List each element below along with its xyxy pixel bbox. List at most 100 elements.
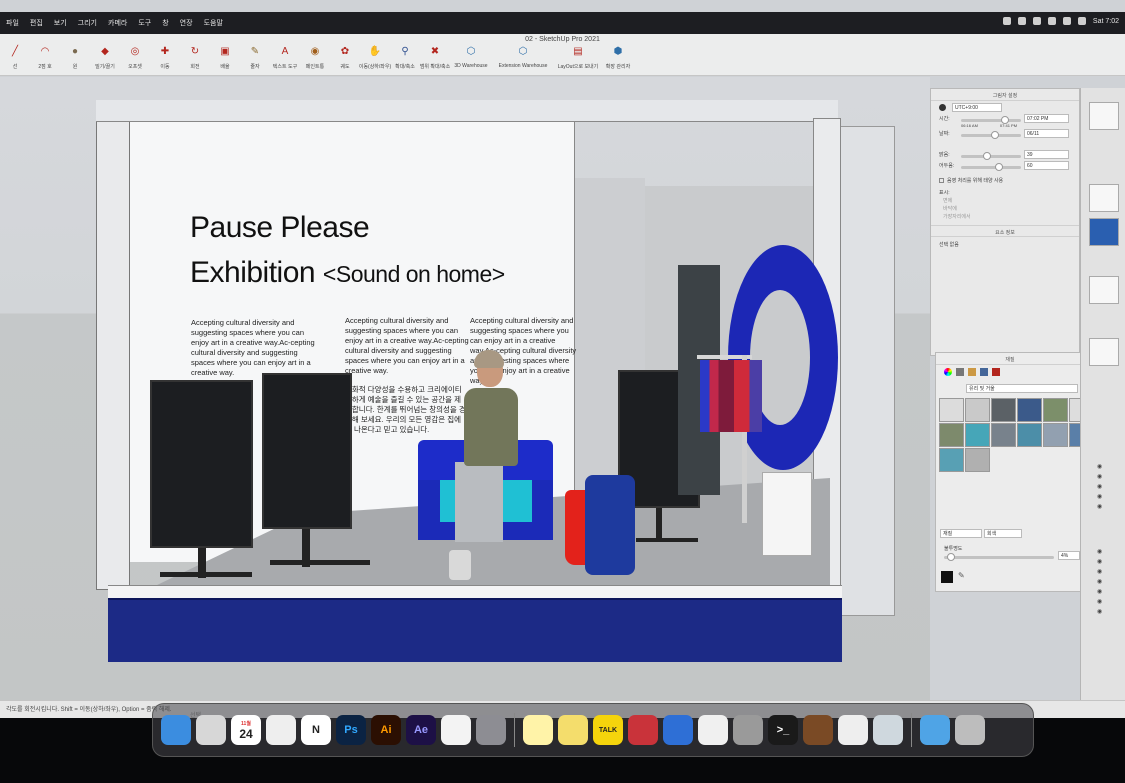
material-swatch[interactable] xyxy=(965,398,990,422)
image-palette-icon[interactable] xyxy=(968,368,976,376)
notes-icon[interactable] xyxy=(523,715,553,745)
tool-zoom-extents[interactable]: ✖ 범위 확대/축소 xyxy=(420,43,450,71)
time-field[interactable]: 07:02 PM xyxy=(1024,114,1069,123)
light-slider[interactable] xyxy=(961,152,1021,160)
color-wheel-icon[interactable] xyxy=(944,368,952,376)
tool-text-tool[interactable]: A 텍스트 도구 xyxy=(270,43,300,71)
archive-icon[interactable] xyxy=(803,715,833,745)
material-color-tab[interactable]: 회색 xyxy=(984,529,1022,538)
slides-icon[interactable] xyxy=(873,715,903,745)
dark-field[interactable]: 60 xyxy=(1024,161,1069,170)
parallels-icon[interactable] xyxy=(628,715,658,745)
opacity-field[interactable]: 4% xyxy=(1058,551,1080,560)
opacity-slider[interactable] xyxy=(944,553,1054,561)
menu-extensions[interactable]: 연장 xyxy=(180,18,193,28)
display-option[interactable]: 면에 xyxy=(943,197,952,204)
finder-icon[interactable] xyxy=(161,715,191,745)
light-field[interactable]: 39 xyxy=(1024,150,1069,159)
visibility-eye-icon[interactable]: ◉ xyxy=(1097,598,1102,605)
terminal-icon[interactable]: >_ xyxy=(768,715,798,745)
utc-select[interactable]: UTC+9:00 xyxy=(952,103,1002,112)
tool-paint-bucket[interactable]: ◉ 페인트통 xyxy=(300,43,330,71)
style-thumbnail[interactable] xyxy=(1089,276,1119,304)
stickies-icon[interactable] xyxy=(558,715,588,745)
folder-icon[interactable] xyxy=(920,715,950,745)
material-swatch[interactable] xyxy=(1017,423,1042,447)
dark-slider-thumb[interactable] xyxy=(995,163,1003,171)
tool-extension[interactable]: ⬡ Extension Warehouse xyxy=(492,43,554,70)
material-swatch[interactable] xyxy=(1043,398,1068,422)
visibility-eye-icon[interactable]: ◉ xyxy=(1097,548,1102,555)
calendar-icon[interactable]: 11월 24 xyxy=(231,715,261,745)
tool-push-pull[interactable]: ◆ 밀기/끌기 xyxy=(90,43,120,71)
preview-icon[interactable] xyxy=(733,715,763,745)
material-swatch[interactable] xyxy=(991,398,1016,422)
tool-arc[interactable]: ◠ 2점 호 xyxy=(30,43,60,71)
kakaotalk-icon[interactable]: TALK xyxy=(593,715,623,745)
component-thumbnail[interactable] xyxy=(1089,218,1119,246)
date-slider-thumb[interactable] xyxy=(991,131,999,139)
launchpad-icon[interactable] xyxy=(196,715,226,745)
material-swatch[interactable] xyxy=(965,423,990,447)
tool-circle[interactable]: ● 원 xyxy=(60,43,90,71)
material-swatch[interactable] xyxy=(939,423,964,447)
tool-layout[interactable]: ▤ LayOut으로 보내기 xyxy=(554,43,602,71)
material-edit-tab[interactable]: 재질 xyxy=(940,529,982,538)
menu-edit[interactable]: 편집 xyxy=(30,18,43,28)
menu-draw[interactable]: 그리기 xyxy=(78,18,97,28)
notion-icon[interactable]: N xyxy=(301,715,331,745)
menu-help[interactable]: 도움말 xyxy=(204,18,223,28)
visibility-eye-icon[interactable]: ◉ xyxy=(1097,493,1102,500)
visibility-eye-icon[interactable]: ◉ xyxy=(1097,503,1102,510)
chrome-icon[interactable] xyxy=(266,715,296,745)
visibility-eye-icon[interactable]: ◉ xyxy=(1097,608,1102,615)
sun-icon[interactable] xyxy=(939,104,946,111)
scene-thumbnail[interactable] xyxy=(1089,338,1119,366)
menu-tools[interactable]: 도구 xyxy=(138,18,151,28)
tool-pan[interactable]: ✋ 이동(상하/좌우) xyxy=(359,43,391,71)
windows-icon[interactable] xyxy=(663,715,693,745)
chrome-2-icon[interactable] xyxy=(838,715,868,745)
material-swatch[interactable] xyxy=(1043,423,1068,447)
component-thumbnail[interactable] xyxy=(1089,184,1119,212)
visibility-eye-icon[interactable]: ◉ xyxy=(1097,578,1102,585)
sun-shading-checkbox[interactable] xyxy=(939,178,944,183)
material-category-select[interactable]: 유리 및 거울 xyxy=(966,384,1078,393)
tool-offset[interactable]: ◎ 오프셋 xyxy=(120,43,150,71)
search-icon[interactable] xyxy=(1077,17,1086,25)
keynote-icon[interactable] xyxy=(698,715,728,745)
material-swatch[interactable] xyxy=(939,448,964,472)
visibility-eye-icon[interactable]: ◉ xyxy=(1097,483,1102,490)
wifi-icon[interactable] xyxy=(1047,17,1056,25)
material-swatch[interactable] xyxy=(991,423,1016,447)
tool-zoom[interactable]: ⚲ 확대/축소 xyxy=(390,43,420,71)
material-swatch[interactable] xyxy=(965,448,990,472)
eyedropper-icon[interactable]: ✎ xyxy=(958,571,965,580)
trash-icon[interactable] xyxy=(955,715,985,745)
material-swatch[interactable] xyxy=(939,398,964,422)
visibility-eye-icon[interactable]: ◉ xyxy=(1097,473,1102,480)
status-icon[interactable] xyxy=(1032,17,1041,25)
material-swatch[interactable] xyxy=(1017,398,1042,422)
component-thumbnail[interactable] xyxy=(1089,102,1119,130)
display-option[interactable]: 바닥에 xyxy=(943,205,957,212)
tool-tape[interactable]: ✎ 줄자 xyxy=(240,43,270,71)
status-icon[interactable] xyxy=(1017,17,1026,25)
bricks-icon[interactable] xyxy=(992,368,1000,376)
crayons-icon[interactable] xyxy=(980,368,988,376)
display-option[interactable]: 가장자리에서 xyxy=(943,213,971,220)
menu-view[interactable]: 보기 xyxy=(54,18,67,28)
light-slider-thumb[interactable] xyxy=(983,152,991,160)
opacity-slider-thumb[interactable] xyxy=(947,553,955,561)
menu-file[interactable]: 파일 xyxy=(6,18,19,28)
sketchup-icon[interactable] xyxy=(441,715,471,745)
menu-window[interactable]: 창 xyxy=(162,18,168,28)
status-icon[interactable] xyxy=(1002,17,1011,25)
tool-move[interactable]: ✚ 이동 xyxy=(150,43,180,71)
visibility-eye-icon[interactable]: ◉ xyxy=(1097,568,1102,575)
menu-camera[interactable]: 카메라 xyxy=(108,18,127,28)
date-field[interactable]: 06/11 xyxy=(1024,129,1069,138)
tool-pencil[interactable]: ╱ 선 xyxy=(0,43,30,71)
tool-rotate[interactable]: ↻ 회전 xyxy=(180,43,210,71)
tool-orbit[interactable]: ✿ 궤도 xyxy=(330,43,360,71)
